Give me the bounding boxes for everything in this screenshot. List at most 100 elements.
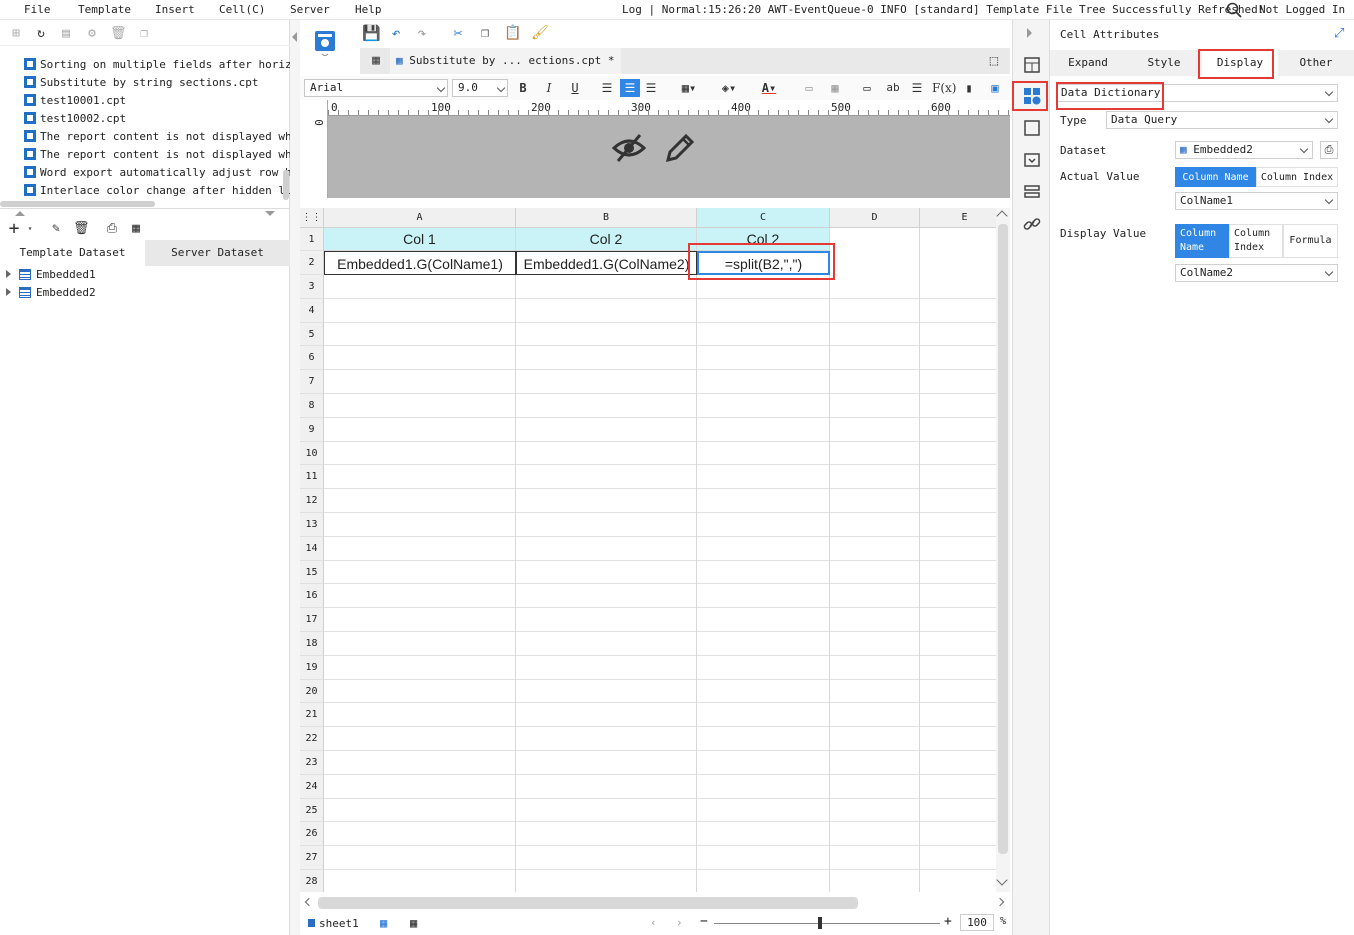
- row-header[interactable]: 6: [300, 346, 324, 371]
- cell-b2[interactable]: Embedded1.G(ColName2): [516, 251, 697, 275]
- file-item[interactable]: Sorting on multiple fields after horizon: [24, 55, 290, 73]
- copy-icon[interactable]: ❐: [136, 26, 152, 42]
- login-status[interactable]: Not Logged In: [1259, 3, 1345, 16]
- row-header[interactable]: 22: [300, 727, 324, 751]
- split-cells-icon[interactable]: ▦: [826, 79, 844, 97]
- sheet-tab[interactable]: sheet1: [304, 914, 363, 932]
- expand-arrow-icon[interactable]: [6, 270, 11, 278]
- menu-server[interactable]: Server: [290, 3, 330, 16]
- dataset-params-icon[interactable]: ▦: [128, 221, 144, 237]
- menu-cell[interactable]: Cell(C): [219, 3, 265, 16]
- collapse-down-icon[interactable]: [265, 211, 275, 216]
- grid-vscrollbar[interactable]: [996, 208, 1010, 892]
- border-icon[interactable]: ▦▾: [674, 79, 704, 97]
- template-attr-icon[interactable]: [1022, 55, 1042, 75]
- edit-pencil-icon[interactable]: [664, 132, 696, 164]
- row-header[interactable]: 15: [300, 560, 324, 585]
- zoom-input[interactable]: 100: [960, 914, 994, 931]
- add-report-sheet-icon[interactable]: ▦: [410, 916, 417, 930]
- menu-insert[interactable]: Insert: [155, 3, 195, 16]
- cell-c1[interactable]: Col 2: [697, 228, 830, 251]
- new-folder-icon[interactable]: ⊞: [8, 26, 24, 42]
- insert-text-icon[interactable]: ab: [882, 79, 904, 97]
- file-item[interactable]: Substitute by string sections.cpt: [24, 73, 259, 91]
- settings-icon[interactable]: ⚙: [84, 26, 100, 42]
- file-tree-hscrollbar[interactable]: [0, 201, 155, 207]
- hscroll-thumb[interactable]: [318, 897, 858, 909]
- grid-view-icon[interactable]: ▦: [368, 53, 384, 69]
- actual-column-select[interactable]: ColName1: [1175, 192, 1338, 210]
- vscroll-thumb[interactable]: [998, 224, 1008, 854]
- row-header[interactable]: 5: [300, 322, 324, 347]
- row-header[interactable]: 8: [300, 394, 324, 418]
- add-dataset-icon[interactable]: +: [6, 220, 22, 238]
- file-tree-vscrollbar[interactable]: [283, 170, 289, 200]
- dataset-item-embedded1[interactable]: Embedded1: [6, 265, 96, 283]
- row-header[interactable]: 14: [300, 536, 324, 561]
- display-column-name-option[interactable]: Column Name: [1175, 224, 1229, 258]
- dataset-item-embedded2[interactable]: Embedded2: [6, 283, 96, 301]
- text-wrap-icon[interactable]: ☰: [908, 79, 926, 97]
- row-header[interactable]: 24: [300, 774, 324, 799]
- tab-template-dataset[interactable]: Template Dataset: [0, 240, 145, 266]
- scroll-down-icon[interactable]: [996, 874, 1008, 886]
- actual-column-name-option[interactable]: Column Name: [1175, 167, 1256, 187]
- insert-image-icon[interactable]: ▣: [986, 79, 1004, 97]
- display-column-select[interactable]: ColName2: [1175, 264, 1338, 282]
- status-log-text[interactable]: Log | Normal:15:26:20 AWT-EventQueue-0 I…: [622, 3, 1264, 16]
- preview-dataset-icon[interactable]: ⎙: [1320, 141, 1338, 159]
- file-item[interactable]: Interlace color change after hidden line: [24, 181, 290, 199]
- row-header[interactable]: 16: [300, 584, 324, 609]
- tab-document[interactable]: ▦ Substitute by ... ections.cpt *: [390, 48, 621, 74]
- row-header[interactable]: 7: [300, 370, 324, 394]
- row-header[interactable]: 28: [300, 870, 324, 892]
- zoom-in-button[interactable]: +: [944, 914, 952, 929]
- data-column-icon[interactable]: [1022, 182, 1042, 202]
- insert-chart-icon[interactable]: ▮: [960, 79, 978, 97]
- collapse-up-icon[interactable]: [15, 211, 25, 216]
- row-header[interactable]: 26: [300, 822, 324, 847]
- scroll-left-icon[interactable]: [304, 897, 314, 907]
- file-item[interactable]: test10001.cpt: [24, 91, 126, 109]
- tab-display[interactable]: Display: [1202, 50, 1278, 76]
- paste-icon[interactable]: 📋: [504, 25, 521, 41]
- collapse-left-icon[interactable]: [292, 32, 297, 42]
- left-panel-divider[interactable]: [290, 20, 300, 935]
- font-family-select[interactable]: Arial: [304, 79, 448, 97]
- parameter-pane[interactable]: [328, 116, 1010, 198]
- hyperlink-icon[interactable]: [1022, 214, 1042, 234]
- zoom-out-button[interactable]: −: [700, 914, 708, 929]
- save-icon[interactable]: 💾: [362, 25, 381, 41]
- insert-row-icon[interactable]: ▭: [858, 79, 876, 97]
- collapse-right-icon[interactable]: [1027, 28, 1032, 38]
- zoom-slider-track[interactable]: [714, 923, 940, 924]
- zoom-slider-thumb[interactable]: [818, 917, 822, 929]
- delete-icon[interactable]: 🗑: [110, 26, 127, 42]
- copy-icon[interactable]: ❐: [477, 25, 493, 41]
- col-header-d[interactable]: D: [830, 208, 920, 228]
- row-header[interactable]: 23: [300, 751, 324, 775]
- row-header[interactable]: 2: [300, 251, 324, 275]
- cell-c2[interactable]: =split(B2,","): [697, 251, 830, 275]
- widget-icon[interactable]: [1022, 118, 1042, 138]
- cell-a1[interactable]: Col 1: [324, 228, 516, 251]
- row-header[interactable]: 17: [300, 608, 324, 632]
- row-header[interactable]: 10: [300, 441, 324, 466]
- row-header[interactable]: 11: [300, 465, 324, 490]
- tab-other[interactable]: Other: [1278, 50, 1354, 76]
- panel-splitter[interactable]: [0, 208, 290, 216]
- file-item[interactable]: test10002.cpt: [24, 109, 126, 127]
- row-header[interactable]: 20: [300, 679, 324, 704]
- display-formula-option[interactable]: Formula: [1283, 224, 1338, 258]
- col-header-c[interactable]: C: [697, 208, 830, 228]
- next-sheet-icon[interactable]: ›: [676, 916, 683, 929]
- row-header[interactable]: 27: [300, 846, 324, 870]
- row-header[interactable]: 18: [300, 632, 324, 656]
- tab-expand[interactable]: Expand: [1050, 50, 1126, 76]
- preview-dataset-icon[interactable]: ⎙: [104, 221, 120, 237]
- scroll-up-icon[interactable]: [996, 210, 1008, 222]
- cell-a2[interactable]: Embedded1.G(ColName1): [324, 251, 516, 275]
- display-column-index-option[interactable]: Column Index: [1229, 224, 1283, 258]
- menu-template[interactable]: Template: [78, 3, 131, 16]
- menu-file[interactable]: File: [24, 3, 51, 16]
